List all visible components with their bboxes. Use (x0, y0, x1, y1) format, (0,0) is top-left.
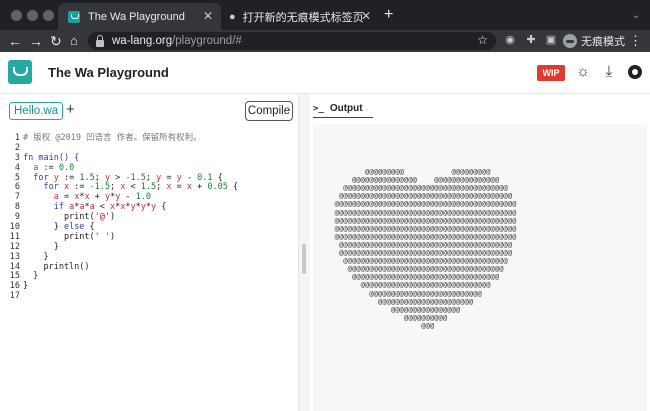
browser-toolbar: ← → ↻ ⌂ wa-lang.org/playground/# ☆ ◉ ✚ ▣… (0, 30, 650, 52)
back-icon[interactable]: ← (8, 32, 22, 50)
code-line: 1 # 版权 @2019 凹语言 作者。保留所有权利。 (6, 133, 296, 144)
output-line: @@@ (313, 320, 435, 330)
incognito-label: 无痕模式 (581, 36, 625, 48)
output-pane: >_ Output @@@@@@@@@ @@@@@@@@@ @@@@@@@@@@… (310, 94, 650, 411)
incognito-profile[interactable]: 无痕模式 (563, 32, 625, 50)
browser-tab-wa-playground[interactable]: The Wa Playground ✕ (58, 3, 221, 30)
code-line: 16} (6, 281, 296, 292)
terminal-icon: >_ (313, 103, 324, 114)
code-text: # 版权 @2019 凹语言 作者。保留所有权利。 (23, 133, 202, 143)
tab-output[interactable]: >_ Output (313, 100, 373, 118)
incognito-icon (563, 34, 577, 48)
forward-icon[interactable]: → (29, 32, 43, 50)
wa-favicon-icon (68, 10, 80, 23)
tab-search-icon[interactable]: ⌄ (632, 10, 640, 21)
reload-icon[interactable]: ↻ (50, 32, 62, 50)
app-title: The Wa Playground (48, 65, 169, 80)
camera-icon[interactable]: ◉ (504, 34, 516, 46)
lock-icon (96, 34, 104, 47)
code-text: } (23, 281, 29, 292)
output-console: @@@@@@@@@ @@@@@@@@@ @@@@@@@@@@@@@@@ @@@@… (313, 124, 647, 411)
pane-splitter[interactable] (298, 94, 310, 411)
app-header: The Wa Playground WIP ☼ ⤓ (0, 52, 650, 94)
more-menu-icon[interactable]: ⋮ (629, 33, 642, 49)
line-number: 17 (9, 291, 20, 302)
tab-close-icon[interactable]: ✕ (361, 9, 371, 23)
code-line: 15 } (6, 272, 296, 282)
url-path: /playground/# (172, 35, 242, 47)
wip-badge[interactable]: WIP (537, 65, 565, 81)
code-editor[interactable]: 1 # 版权 @2019 凹语言 作者。保留所有权利。 2 3 fn main() {4… (6, 133, 296, 302)
window-minimize-icon[interactable] (27, 10, 38, 21)
download-icon[interactable]: ⤓ (601, 64, 617, 80)
window-maximize-icon[interactable] (43, 10, 54, 21)
new-tab-icon[interactable]: + (384, 6, 393, 24)
file-tab-hello[interactable]: Hello.wa (9, 102, 64, 120)
output-tab-label: Output (329, 103, 363, 114)
sidebar-icon[interactable]: ▣ (545, 34, 557, 46)
url-host: wa-lang.org (112, 35, 173, 47)
tab-title: 打开新的无痕模式标签页 (242, 11, 364, 24)
window-close-icon[interactable] (11, 10, 22, 21)
code-line: 17 (6, 291, 296, 302)
tab-close-icon[interactable]: ✕ (203, 9, 213, 23)
theme-toggle-icon[interactable]: ☼ (575, 64, 591, 80)
output-text: @@@@@@@@@ @@@@@@@@@ @@@@@@@@@@@@@@@ @@@@… (313, 160, 647, 338)
extensions-icon[interactable]: ✚ (525, 34, 537, 46)
address-bar[interactable]: wa-lang.org/playground/# ☆ (88, 32, 496, 50)
browser-tab-bar: The Wa Playground ✕ ● 打开新的无痕模式标签页 ✕ + ⌄ (0, 0, 650, 30)
tab-title: The Wa Playground (88, 10, 185, 23)
editor-pane: Hello.wa + Compile 1 # 版权 @2019 凹语言 作者。保留… (0, 94, 298, 411)
browser-tab-incognito[interactable]: ● 打开新的无痕模式标签页 ✕ (221, 3, 379, 30)
splitter-grip[interactable] (302, 244, 306, 274)
wa-logo-icon[interactable] (8, 60, 32, 84)
compile-button[interactable]: Compile (245, 101, 293, 121)
home-icon[interactable]: ⌂ (70, 32, 78, 50)
add-file-button[interactable]: + (66, 101, 75, 119)
code-line: 14 println() (6, 262, 296, 273)
github-icon[interactable] (628, 65, 642, 79)
code-line: 12 } (6, 242, 296, 253)
incognito-icon: ● (229, 10, 236, 23)
bookmark-star-icon[interactable]: ☆ (477, 33, 488, 47)
